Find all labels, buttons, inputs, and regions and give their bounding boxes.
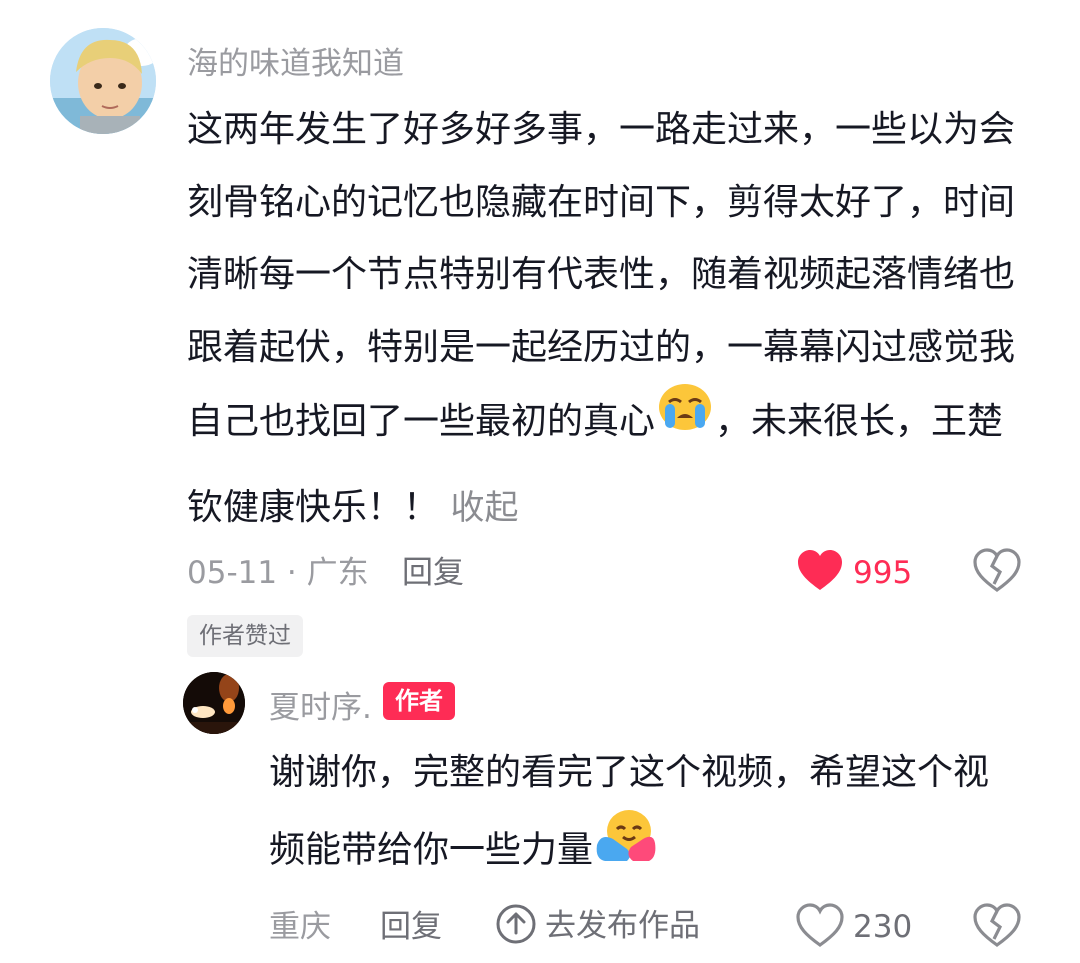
- dislike-button[interactable]: [973, 548, 1021, 596]
- comment-text: 自己也找回了一些最初的真心: [187, 400, 656, 442]
- go-to-post-label: 去发布作品: [545, 908, 700, 944]
- commenter-avatar[interactable]: [50, 28, 156, 134]
- dislike-button[interactable]: [973, 903, 1021, 951]
- reply-button[interactable]: 回复: [380, 907, 442, 947]
- broken-heart-icon: [973, 548, 1021, 596]
- hugging-face-icon: [593, 805, 659, 890]
- comment-body: 这两年发生了好多好多事，一路走过来，一些以为会 刻骨铭心的记忆也隐藏在时间下，剪…: [187, 94, 1047, 544]
- loudly-crying-face-icon: [655, 380, 715, 458]
- collapse-link[interactable]: 收起: [450, 488, 518, 528]
- comment-text: 钦健康快乐！！: [187, 486, 440, 528]
- like-count: 995: [853, 555, 913, 591]
- reply-button[interactable]: 回复: [402, 553, 464, 593]
- broken-heart-icon: [973, 903, 1021, 951]
- comment-line: 清晰每一个节点特别有代表性，随着视频起落情绪也: [187, 254, 1016, 295]
- like-count: 230: [853, 909, 913, 945]
- comment-line: 钦健康快乐！！ 收起: [187, 472, 1047, 545]
- author-badge: 作者: [383, 682, 455, 720]
- commenter-username[interactable]: 海的味道我知道: [187, 38, 404, 83]
- heart-filled-icon: [796, 550, 844, 596]
- reply-text: 频能带给你一些力量: [269, 829, 594, 871]
- reply-line: 频能带给你一些力量: [269, 809, 1049, 894]
- comment-text: ，未来很长，王楚: [715, 400, 1004, 442]
- author-username[interactable]: 夏时序.: [269, 682, 372, 727]
- reply-line: 谢谢你，完整的看完了这个视频，希望这个视: [269, 752, 990, 793]
- comment-line: 刻骨铭心的记忆也隐藏在时间下，剪得太好了，时间: [187, 181, 1016, 223]
- comment-line: 这两年发生了好多好多事，一路走过来，一些以为会: [187, 109, 1016, 150]
- comment-date-location: 05-11 · 广东: [187, 555, 369, 591]
- like-button[interactable]: [796, 903, 844, 951]
- go-to-post-button[interactable]: 去发布作品: [495, 903, 700, 949]
- author-liked-tag: 作者赞过: [187, 615, 303, 657]
- comment-line: 自己也找回了一些最初的真心 ，未来很长，王楚: [187, 384, 1047, 462]
- arrow-up-circle-icon: [495, 903, 537, 949]
- comment-line: 跟着起伏，特别是一起经历过的，一幕幕闪过感觉我: [187, 326, 1016, 368]
- author-avatar[interactable]: [183, 672, 245, 734]
- heart-outline-icon: [796, 903, 844, 951]
- reply-body: 谢谢你，完整的看完了这个视频，希望这个视 频能带给你一些力量: [269, 737, 1049, 894]
- like-button[interactable]: [796, 548, 844, 596]
- reply-location: 重庆: [269, 909, 331, 945]
